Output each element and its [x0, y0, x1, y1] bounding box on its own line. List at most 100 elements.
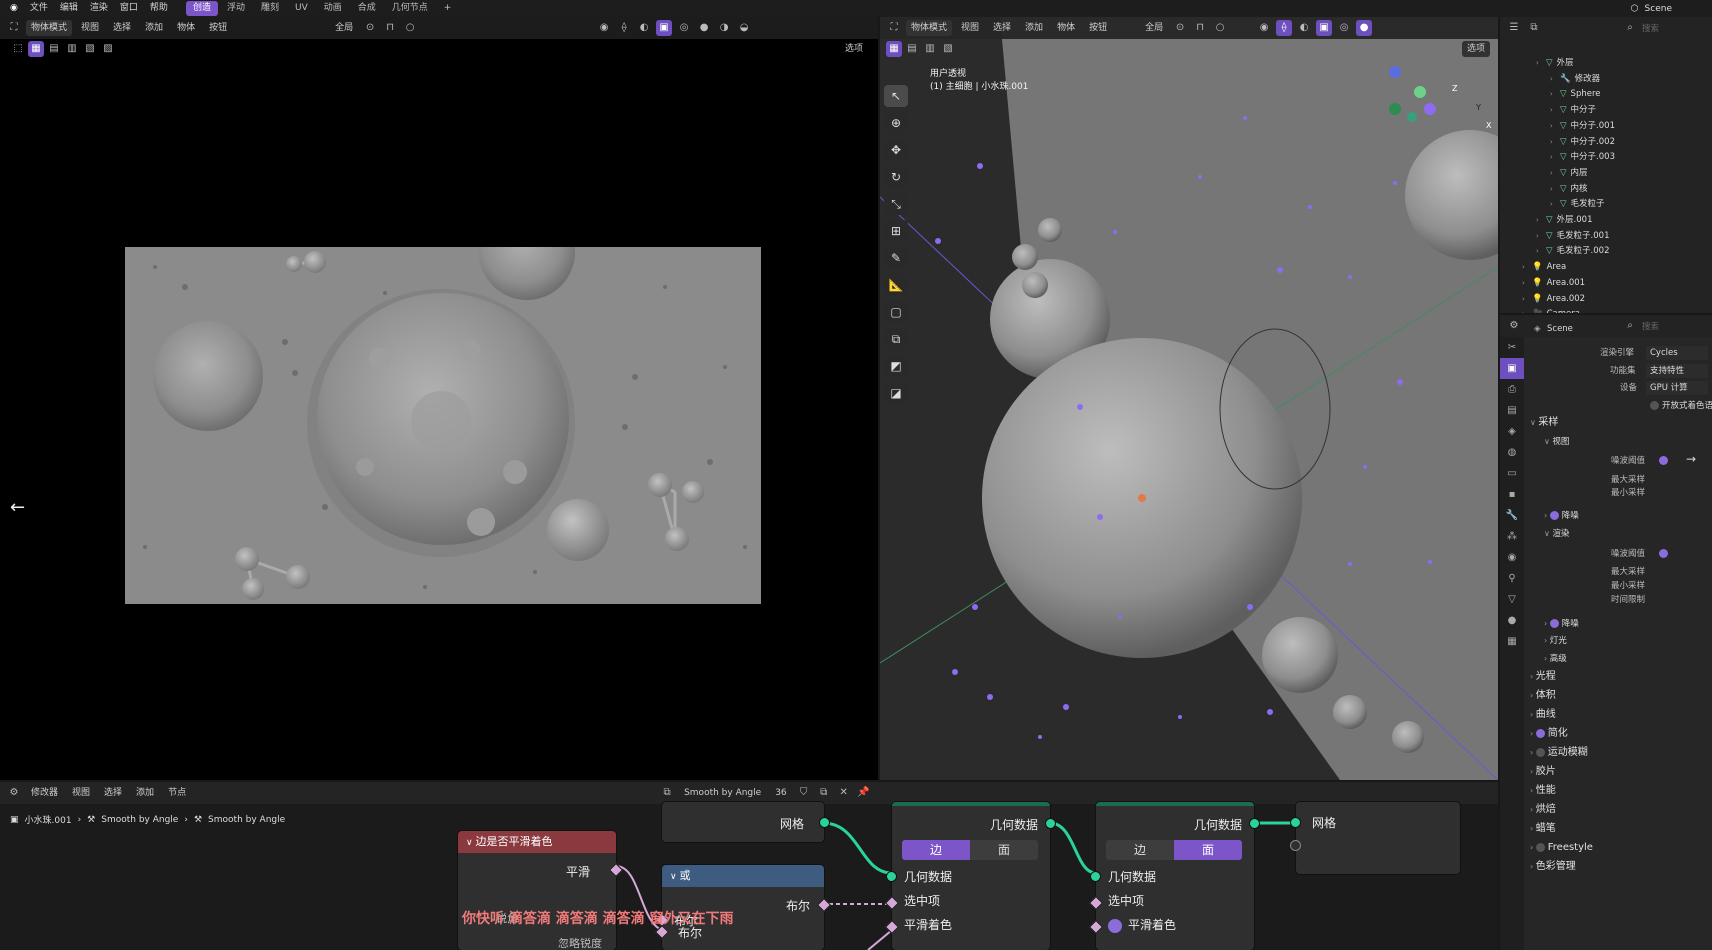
outliner-type-icon[interactable]: ☰ [1506, 20, 1522, 36]
menu-button[interactable]: 按钮 [1084, 20, 1112, 36]
expand-chevron-icon[interactable]: › [1550, 150, 1560, 165]
solid-shading-icon[interactable]: ● [696, 20, 712, 36]
node-group-users[interactable]: 36 [770, 785, 791, 801]
edit-curve-icon[interactable]: ◪ [884, 382, 908, 404]
render-tab-icon[interactable]: ▣ [1500, 358, 1524, 379]
gizmo-icon[interactable]: ⟠ [1276, 20, 1293, 36]
transform-orientation[interactable]: 全局 [1140, 20, 1168, 36]
workspace-tab-uv[interactable]: UV [288, 1, 315, 16]
outliner-row[interactable]: › ▽ 内层 [1500, 166, 1712, 181]
duplicate-icon[interactable]: ⧉ [816, 785, 832, 801]
render-viewport[interactable]: ⛶ 物体模式 视图 选择 添加 物体 按钮 全局 ⊙ ⊓ ○ ◉ ⟠ ◐ ▣ ◎… [0, 17, 878, 780]
render-region-icon[interactable]: ◩ [884, 355, 908, 377]
breadcrumb-object[interactable]: 小水珠.001 [25, 813, 72, 826]
select-box-icon[interactable]: ⬚ [10, 41, 26, 57]
select-subtract-icon[interactable]: ▥ [922, 41, 938, 57]
transform-tool-icon[interactable]: ⊞ [884, 220, 908, 242]
expand-chevron-icon[interactable]: › [1550, 87, 1560, 102]
editor-subtype-dropdown[interactable]: 修改器 [26, 785, 63, 801]
menu-edit[interactable]: 编辑 [54, 0, 84, 17]
expand-chevron-icon[interactable]: › [1536, 244, 1546, 259]
node-group-icon[interactable]: ⧉ [659, 785, 675, 801]
node-group-name[interactable]: Smooth by Angle [679, 785, 766, 801]
socket-out-geometry[interactable] [1045, 818, 1056, 829]
domain-face-button[interactable]: 面 [970, 840, 1038, 860]
scene-tab-icon[interactable]: ◈ [1500, 421, 1524, 442]
expand-chevron-icon[interactable]: › [1522, 260, 1532, 275]
select-extend-icon[interactable]: ▤ [904, 41, 920, 57]
workspace-tab-animation[interactable]: 动画 [317, 1, 349, 16]
outliner-item-name[interactable]: 毛发粒子.002 [1557, 246, 1610, 256]
menu-view[interactable]: 视图 [956, 20, 984, 36]
output-tab-icon[interactable]: ⎙ [1500, 379, 1524, 400]
socket-out-mesh[interactable] [819, 817, 830, 828]
outliner-row[interactable]: › ▽ 外层.001 [1500, 213, 1712, 228]
outliner-item-name[interactable]: Area.001 [1547, 278, 1586, 288]
outliner-item-name[interactable]: 中分子 [1571, 105, 1597, 115]
editor-type-icon[interactable]: ⛶ [886, 20, 902, 36]
rotate-tool-icon[interactable]: ↻ [884, 166, 908, 188]
node-header[interactable]: ∨ 或 [662, 865, 824, 887]
expand-chevron-icon[interactable]: › [1550, 182, 1560, 197]
visibility-icon[interactable]: ◉ [596, 20, 612, 36]
select-new-icon[interactable]: ▦ [886, 41, 902, 57]
workspace-tab-geometry-nodes[interactable]: 几何节点 [385, 1, 435, 16]
select-tool-icon[interactable]: ↖ [884, 85, 908, 107]
expand-chevron-icon[interactable]: › [1522, 276, 1532, 291]
outliner-row[interactable]: › 💡 Area.002 [1500, 292, 1712, 307]
socket-in-geometry[interactable] [1090, 871, 1101, 882]
mode-selector[interactable]: 物体模式 [906, 20, 953, 36]
outliner-row[interactable]: › ▽ 毛发粒子.002 [1500, 244, 1712, 259]
workspace-tab-create[interactable]: 创造 [185, 1, 218, 16]
outliner-search-input[interactable]: 搜索 [1642, 22, 1712, 34]
snap-icon[interactable]: ⊓ [1192, 20, 1208, 36]
outliner-item-name[interactable]: 内核 [1571, 184, 1588, 194]
outliner-row[interactable]: › ▽ 中分子 [1500, 103, 1712, 118]
xray-icon[interactable]: ▣ [656, 20, 673, 36]
menu-object[interactable]: 物体 [1052, 20, 1080, 36]
xray-icon[interactable]: ▣ [1316, 20, 1333, 36]
pivot-icon[interactable]: ⊙ [1172, 20, 1188, 36]
display-mode-icon[interactable]: ⧉ [1526, 20, 1542, 36]
expand-chevron-icon[interactable]: › [1536, 213, 1546, 228]
editor-type-icon[interactable]: ⚙ [6, 785, 22, 801]
socket-out-geometry[interactable] [1249, 818, 1260, 829]
material-shading-icon[interactable]: ◑ [716, 20, 732, 36]
geometry-node-editor[interactable]: ⚙ 修改器 视图 选择 添加 节点 ⧉ Smooth by Angle 36 ⛉… [0, 782, 1498, 950]
outliner-row[interactable]: › 💡 Area [1500, 260, 1712, 275]
expand-chevron-icon[interactable]: › [1550, 72, 1560, 87]
mode-selector[interactable]: 物体模式 [26, 20, 73, 36]
outliner-item-name[interactable]: Camera [1547, 309, 1580, 313]
menu-render[interactable]: 渲染 [84, 0, 114, 17]
outliner[interactable]: ☰ ⧉ ⌕ 搜索 › ▽ 外层 › 🔧 修改器 › ▽ Sphere › ▽ 中分子 › ▽ 中分子.001… [1500, 17, 1712, 313]
outliner-row[interactable]: ›🎥 Camera [1500, 307, 1712, 313]
expand-chevron-icon[interactable]: › [1522, 307, 1532, 313]
expand-chevron-icon[interactable]: › [1550, 135, 1560, 150]
outliner-row[interactable]: › ▽ 中分子.001 [1500, 119, 1712, 134]
select-new-icon[interactable]: ▦ [28, 41, 44, 57]
rendered-shading-icon[interactable]: ◒ [736, 20, 752, 36]
modifier-tab-icon[interactable]: 🔧 [1500, 505, 1524, 526]
menu-add[interactable]: 添加 [1020, 20, 1048, 36]
menu-window[interactable]: 窗口 [114, 0, 144, 17]
material-tab-icon[interactable]: ● [1500, 610, 1524, 631]
measure-tool-icon[interactable]: 📐 [884, 274, 908, 296]
menu-select[interactable]: 选择 [988, 20, 1016, 36]
select-subtract-icon[interactable]: ▥ [64, 41, 80, 57]
node-header[interactable]: ∨ 边是否平滑着色 [458, 831, 616, 853]
select-invert-icon[interactable]: ▧ [940, 41, 956, 57]
cursor-tool-icon[interactable]: ⊕ [884, 112, 908, 134]
node-group-output[interactable]: 网格 [1290, 802, 1460, 874]
pivot-icon[interactable]: ⊙ [362, 20, 378, 36]
workspace-tab-sculpt[interactable]: 雕刻 [254, 1, 286, 16]
collection-tab-icon[interactable]: ▭ [1500, 463, 1524, 484]
outliner-item-name[interactable]: 外层.001 [1557, 215, 1593, 225]
node-is-edge-smooth[interactable]: ∨ 边是否平滑着色 平滑 锐角 忽略锐度 [458, 831, 624, 950]
solid-shading-icon[interactable]: ● [1356, 20, 1373, 36]
pin-icon[interactable]: 📌 [856, 785, 872, 801]
expand-chevron-icon[interactable]: › [1536, 56, 1546, 71]
object-tab-icon[interactable]: ▪ [1500, 484, 1524, 505]
options-dropdown[interactable]: 选项 [1461, 41, 1490, 57]
constraints-tab-icon[interactable]: ⚲ [1500, 568, 1524, 589]
outliner-row[interactable]: › ▽ 中分子.002 [1500, 135, 1712, 150]
